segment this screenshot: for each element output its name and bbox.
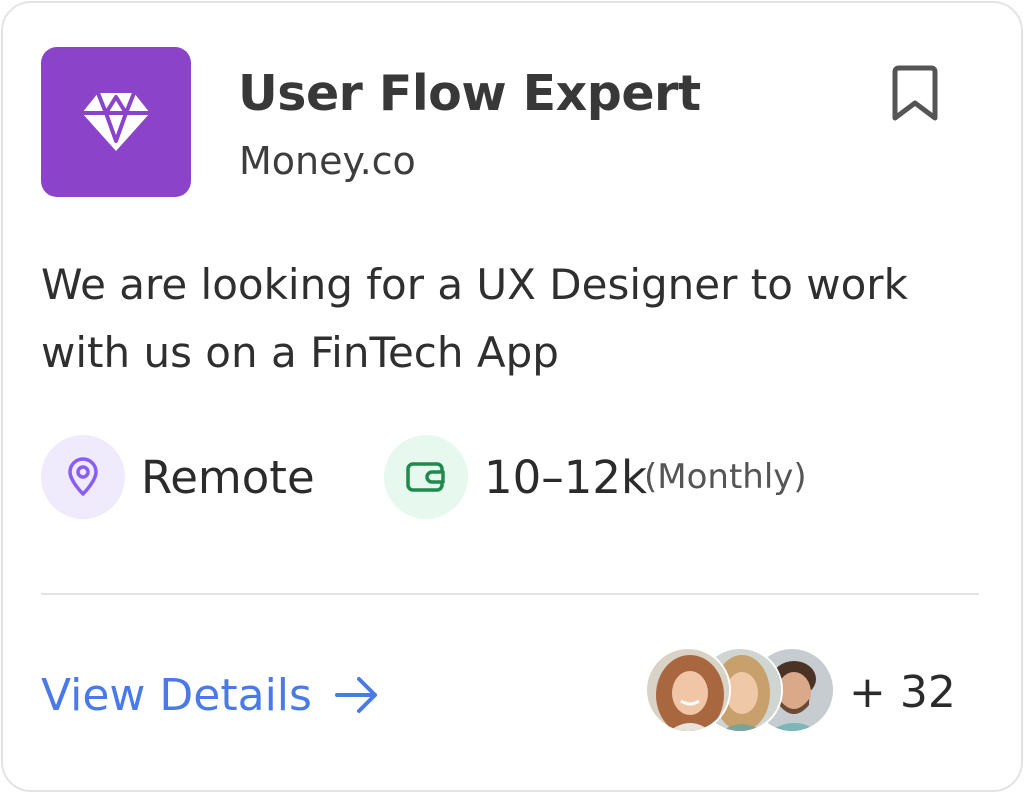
bookmark-button[interactable]	[887, 61, 943, 125]
job-description: We are looking for a UX Designer to work…	[41, 260, 908, 377]
bookmark-icon	[892, 65, 938, 121]
view-details-link[interactable]: View Details	[41, 665, 380, 725]
salary-period: (Monthly)	[644, 457, 807, 497]
job-card: User Flow Expert Money.co We are looking…	[1, 1, 1023, 792]
applicant-avatars	[645, 647, 835, 735]
view-details-label: View Details	[41, 669, 312, 721]
diamond-icon	[82, 92, 150, 151]
wallet-icon	[406, 462, 445, 492]
job-title: User Flow Expert	[238, 65, 701, 122]
location-pin-icon	[68, 457, 98, 496]
salary-chip	[384, 435, 468, 519]
company-logo	[41, 47, 191, 197]
applicant-count: + 32	[849, 667, 956, 718]
salary-amount: 10–12k	[484, 451, 648, 504]
avatar	[645, 647, 731, 733]
company-name: Money.co	[239, 139, 416, 183]
divider	[41, 593, 979, 595]
arrow-right-icon	[334, 677, 377, 713]
location-label: Remote	[141, 451, 315, 504]
location-chip	[41, 435, 125, 519]
